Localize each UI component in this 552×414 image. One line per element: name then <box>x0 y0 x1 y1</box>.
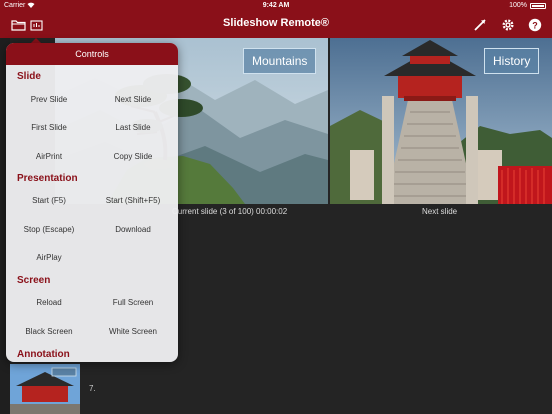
next-slide-button[interactable]: Next Slide <box>90 95 176 104</box>
thumbnail-index: 7. <box>89 384 96 393</box>
controls-header: Controls <box>6 43 178 65</box>
current-slide-title: Mountains <box>243 48 317 74</box>
reload-button[interactable]: Reload <box>6 298 92 307</box>
section-screen-header: Screen <box>17 275 51 286</box>
current-slide-caption: Current slide (3 of 100) 00:00:02 <box>172 207 288 216</box>
white-screen-button[interactable]: White Screen <box>90 327 176 336</box>
start-f5-button[interactable]: Start (F5) <box>6 196 92 205</box>
battery-icon <box>530 2 546 9</box>
next-slide-caption: Next slide <box>422 207 458 216</box>
section-annotation-header: Annotation <box>17 349 70 360</box>
svg-text:?: ? <box>532 20 538 30</box>
status-time: 9:42 AM <box>262 2 290 9</box>
copy-slide-button[interactable]: Copy Slide <box>90 152 176 161</box>
black-screen-button[interactable]: Black Screen <box>6 327 92 336</box>
download-button[interactable]: Download <box>90 225 176 234</box>
first-slide-button[interactable]: First Slide <box>6 123 92 132</box>
airplay-button[interactable]: AirPlay <box>6 253 92 262</box>
full-screen-button[interactable]: Full Screen <box>90 298 176 307</box>
section-slide-header: Slide <box>17 71 41 82</box>
gear-icon[interactable] <box>500 17 516 33</box>
navigation-bar: Slideshow Remote® ? <box>0 12 552 38</box>
start-shift-f5-button[interactable]: Start (Shift+F5) <box>90 196 176 205</box>
airprint-button[interactable]: AirPrint <box>6 152 92 161</box>
help-icon[interactable]: ? <box>527 17 543 33</box>
battery-indicator: 100% <box>509 2 546 9</box>
section-presentation-header: Presentation <box>17 173 78 184</box>
last-slide-button[interactable]: Last Slide <box>90 123 176 132</box>
battery-percent: 100% <box>509 2 527 9</box>
status-bar: Carrier 9:42 AM 100% <box>0 0 552 12</box>
app-title: Slideshow Remote® <box>223 17 329 29</box>
controls-popover: Controls Slide Prev Slide Next Slide Fir… <box>6 43 178 362</box>
thumbnail-item[interactable] <box>10 364 80 414</box>
next-slide-title: History <box>484 48 540 74</box>
prev-slide-button[interactable]: Prev Slide <box>6 95 92 104</box>
stop-escape-button[interactable]: Stop (Escape) <box>6 225 92 234</box>
pointer-icon[interactable] <box>472 17 488 33</box>
